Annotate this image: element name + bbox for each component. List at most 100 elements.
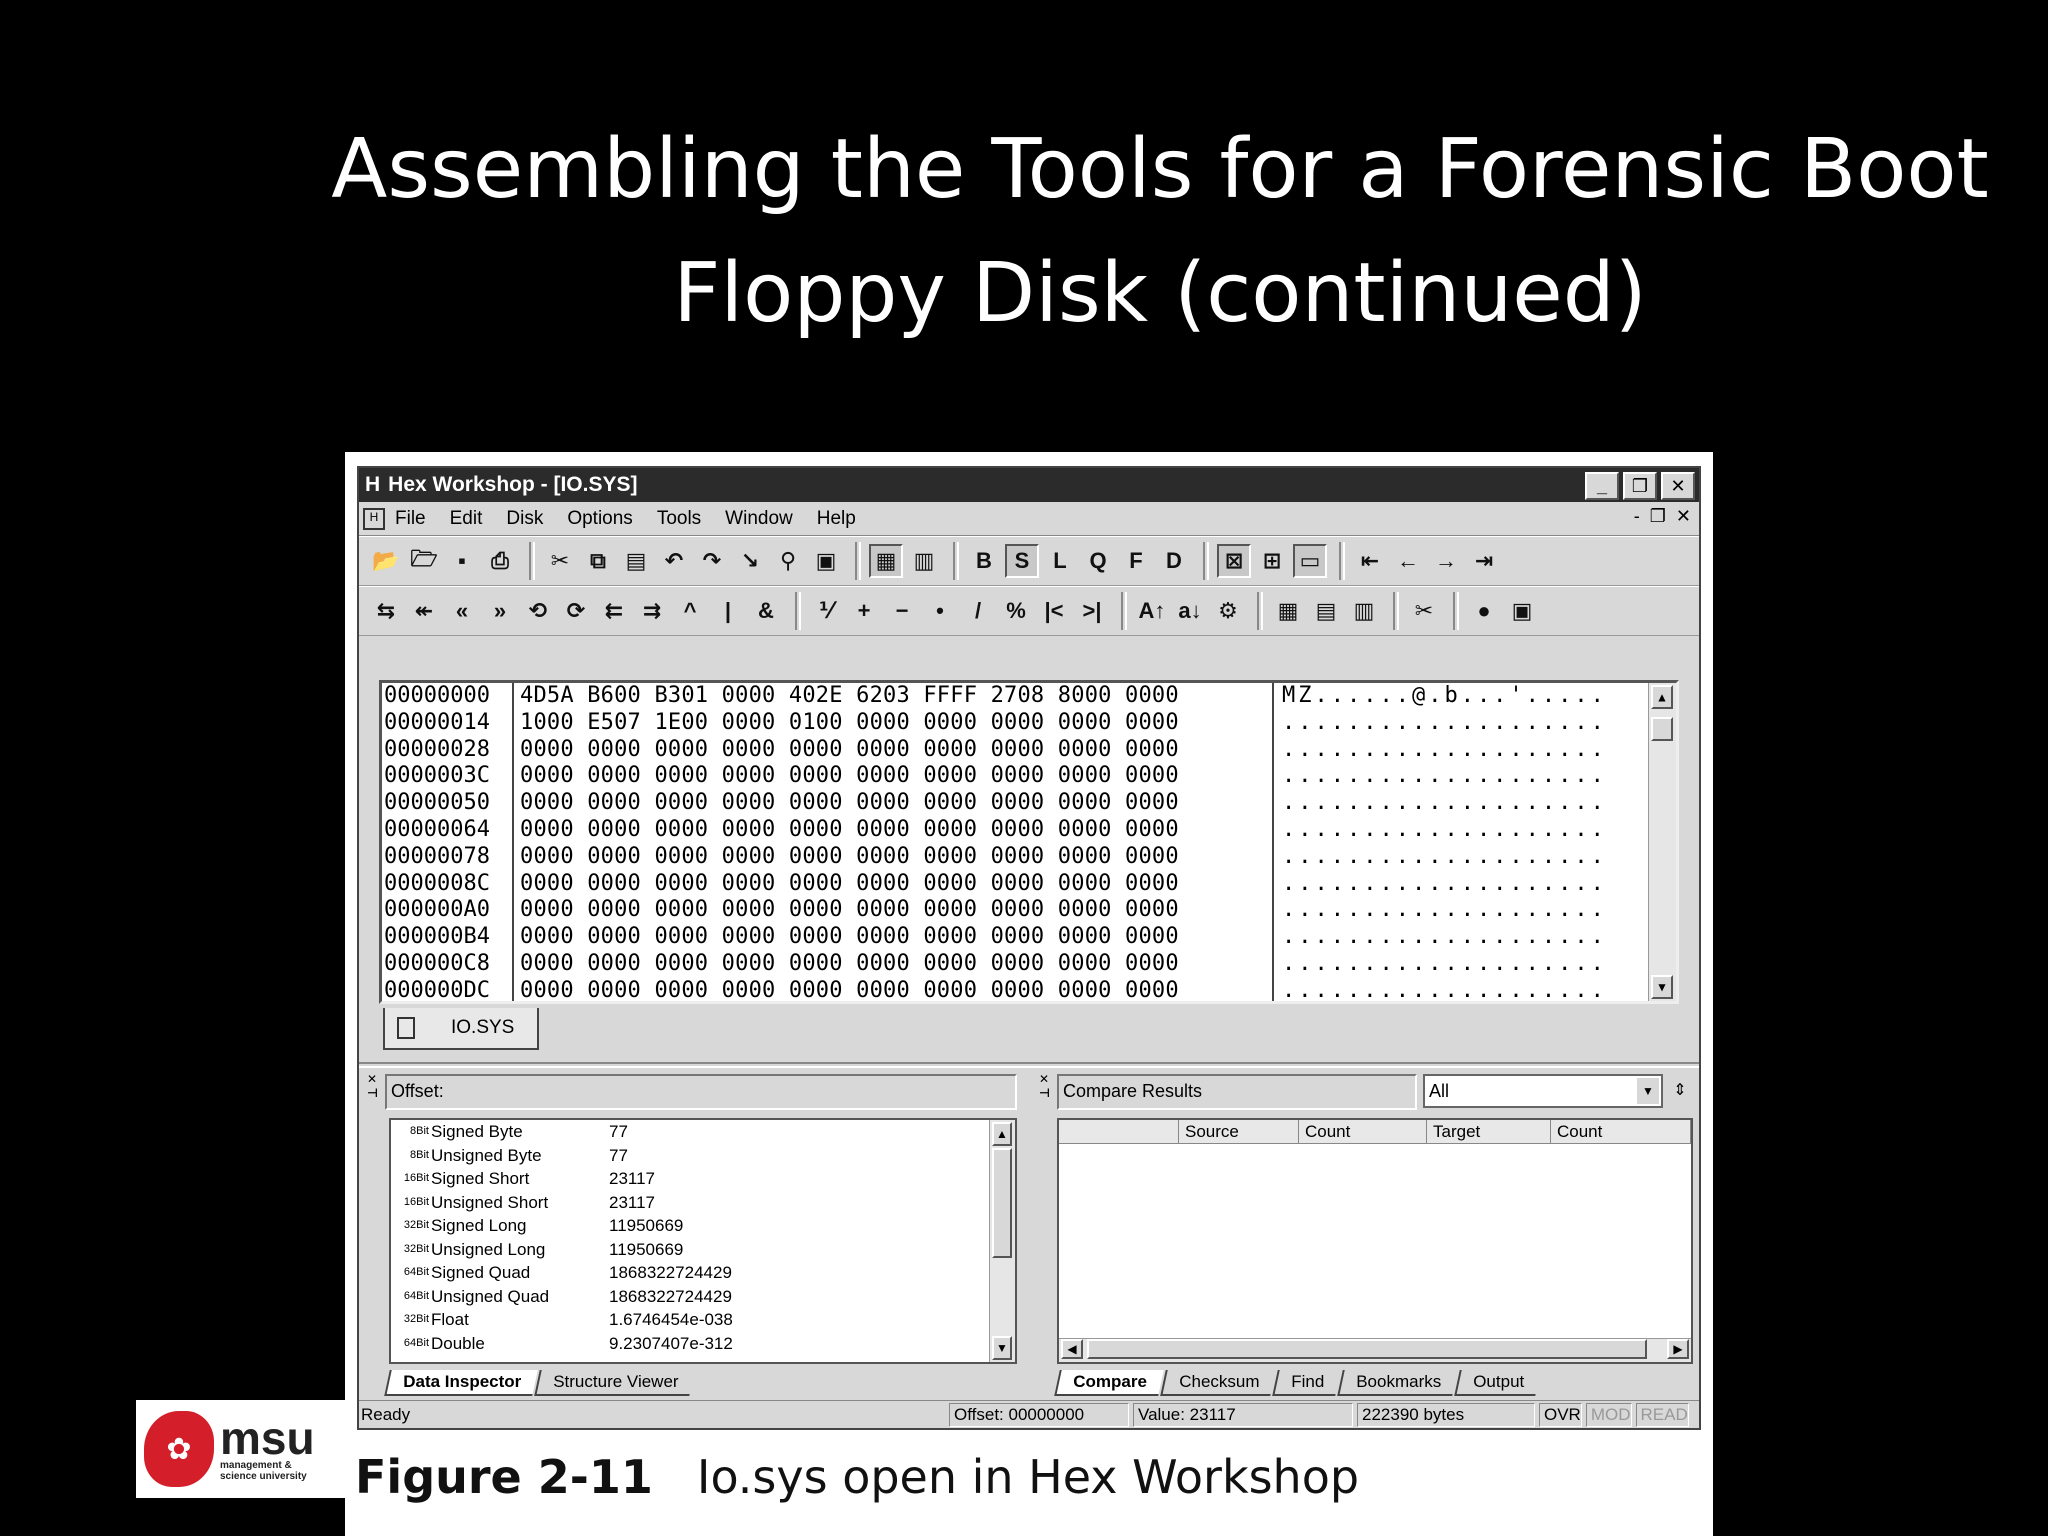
hex-ascii[interactable]: .................... — [1274, 897, 1607, 924]
list-item[interactable]: 32Bit Signed Long 11950669 — [391, 1214, 1015, 1238]
mdi-minimize-button[interactable]: - — [1634, 506, 1640, 527]
scroll-up-icon[interactable]: ▲ — [992, 1122, 1012, 1146]
compare-results-grid[interactable]: Source Count Target Count ◀ ▶ — [1057, 1118, 1693, 1364]
shift-icon[interactable]: ↞ — [407, 594, 441, 628]
swap-icon[interactable]: ⇆ — [369, 594, 403, 628]
document-icon[interactable]: H — [363, 507, 385, 530]
paste-icon[interactable]: ▤ — [619, 544, 653, 578]
lowercase-icon[interactable]: a↓ — [1173, 594, 1207, 628]
inspector-list[interactable]: 8Bit Signed Byte 77 8Bit Unsigned Byte 77 16… — [389, 1118, 1017, 1364]
shift-right-icon[interactable]: » — [483, 594, 517, 628]
scroll-down-icon[interactable]: ▼ — [992, 1336, 1012, 1360]
short-s-icon[interactable]: S — [1005, 544, 1039, 578]
hex-bytes[interactable]: 0000 0000 0000 0000 0000 0000 0000 0000 … — [514, 870, 1274, 898]
mdi-close-button[interactable]: ✕ — [1676, 506, 1691, 527]
save-icon[interactable]: ▪ — [445, 544, 479, 578]
tools-icon[interactable]: ✂ — [1407, 594, 1441, 628]
add-icon[interactable]: ⊞ — [1255, 544, 1289, 578]
tab-find[interactable]: Find — [1272, 1370, 1341, 1396]
hex-ascii[interactable]: .................... — [1274, 790, 1607, 817]
hex-bytes[interactable]: 1000 E507 1E00 0000 0100 0000 0000 0000 … — [514, 709, 1274, 737]
compare-icon[interactable]: ⊠ — [1217, 544, 1251, 578]
quad-q-icon[interactable]: Q — [1081, 544, 1115, 578]
hex-bytes[interactable]: 0000 0000 0000 0000 0000 0000 0000 0000 … — [514, 897, 1274, 925]
list-item[interactable]: 16Bit Unsigned Short 23117 — [391, 1191, 1015, 1215]
menu-help[interactable]: Help — [817, 508, 856, 530]
divide-icon[interactable]: / — [961, 594, 995, 628]
hex-bytes[interactable]: 0000 0000 0000 0000 0000 0000 0000 0000 … — [514, 977, 1274, 1001]
scroll-thumb[interactable] — [1087, 1339, 1647, 1359]
or-icon[interactable]: | — [711, 594, 745, 628]
invert-icon[interactable]: ⅟ — [809, 594, 843, 628]
tab-checksum[interactable]: Checksum — [1159, 1370, 1276, 1396]
scroll-thumb[interactable] — [1651, 717, 1673, 741]
modulus-icon[interactable]: % — [999, 594, 1033, 628]
list-item[interactable]: 8Bit Signed Byte 77 — [391, 1120, 1015, 1144]
hex-ascii[interactable]: MZ......@.b...'..... — [1274, 683, 1607, 710]
hex-row[interactable]: 000000C8 0000 0000 0000 0000 0000 0000 00… — [382, 950, 1676, 978]
add-op-icon[interactable]: + — [847, 594, 881, 628]
tab-compare[interactable]: Compare — [1054, 1370, 1164, 1396]
back-icon[interactable]: ← — [1391, 544, 1425, 578]
grid-icon[interactable]: ▦ — [1271, 594, 1305, 628]
column-header-count[interactable]: Count — [1299, 1120, 1427, 1143]
menu-tools[interactable]: Tools — [657, 508, 701, 530]
chevron-down-icon[interactable]: ▼ — [1637, 1078, 1659, 1104]
hex-editor-pane[interactable]: 00000000 4D5A B600 B301 0000 402E 6203 FF… — [379, 680, 1679, 1004]
tab-bookmarks[interactable]: Bookmarks — [1337, 1370, 1458, 1396]
hex-bytes[interactable]: 0000 0000 0000 0000 0000 0000 0000 0000 … — [514, 950, 1274, 978]
columns-icon[interactable]: ▥ — [1347, 594, 1381, 628]
hex-ascii[interactable]: .................... — [1274, 737, 1607, 764]
hex-row[interactable]: 00000050 0000 0000 0000 0000 0000 0000 00… — [382, 790, 1676, 817]
goto-icon[interactable]: ↘ — [733, 544, 767, 578]
hex-bytes[interactable]: 0000 0000 0000 0000 0000 0000 0000 0000 … — [514, 790, 1274, 817]
rotate-right-icon[interactable]: ⟳ — [559, 594, 593, 628]
column-header-source[interactable]: Source — [1179, 1120, 1299, 1143]
list-item[interactable]: 16Bit Signed Short 23117 — [391, 1167, 1015, 1191]
tab-io-sys[interactable]: IO.SYS — [383, 1008, 539, 1050]
undo-icon[interactable]: ↶ — [657, 544, 691, 578]
hex-row[interactable]: 00000078 0000 0000 0000 0000 0000 0000 00… — [382, 843, 1676, 871]
xor-icon[interactable]: ^ — [673, 594, 707, 628]
uppercase-icon[interactable]: A↑ — [1135, 594, 1169, 628]
panel-close-icon[interactable]: ✕ ⊣ — [367, 1072, 381, 1112]
hex-ascii[interactable]: .................... — [1274, 924, 1607, 951]
hex-ascii[interactable]: .................... — [1274, 817, 1607, 844]
maximize-button[interactable]: ❐ — [1623, 472, 1657, 500]
hex-row[interactable]: 000000DC 0000 0000 0000 0000 0000 0000 00… — [382, 977, 1676, 1001]
first-icon[interactable]: ⇤ — [1353, 544, 1387, 578]
hex-row[interactable]: 0000008C 0000 0000 0000 0000 0000 0000 00… — [382, 870, 1676, 898]
hex-ascii[interactable]: .................... — [1274, 710, 1607, 737]
horizontal-scrollbar[interactable]: ◀ ▶ — [1059, 1338, 1691, 1362]
open-folder-icon[interactable]: 📂 — [369, 544, 403, 578]
properties-icon[interactable]: ▣ — [809, 544, 843, 578]
hex-scrollbar[interactable]: ▲ ▼ — [1648, 683, 1676, 1001]
hex-row[interactable]: 00000014 1000 E507 1E00 0000 0100 0000 00… — [382, 709, 1676, 737]
scroll-thumb[interactable] — [992, 1148, 1012, 1258]
scroll-down-icon[interactable]: ▼ — [1651, 975, 1673, 999]
menu-edit[interactable]: Edit — [450, 508, 483, 530]
hex-ascii[interactable]: .................... — [1274, 763, 1607, 790]
print-icon[interactable]: ⎙ — [483, 544, 517, 578]
block-shift-right-icon[interactable]: ⇉ — [635, 594, 669, 628]
list-item[interactable]: 64Bit Unsigned Quad 1868322724429 — [391, 1285, 1015, 1309]
hex-row[interactable]: 00000000 4D5A B600 B301 0000 402E 6203 FF… — [382, 683, 1676, 710]
tab-output[interactable]: Output — [1454, 1370, 1541, 1396]
double-d-icon[interactable]: D — [1157, 544, 1191, 578]
text-view-icon[interactable]: ▥ — [907, 544, 941, 578]
window-icon[interactable]: ▭ — [1293, 544, 1327, 578]
inspector-scrollbar[interactable]: ▲ ▼ — [989, 1120, 1015, 1362]
list-item[interactable]: 64Bit Signed Quad 1868322724429 — [391, 1261, 1015, 1285]
multiply-icon[interactable]: • — [923, 594, 957, 628]
close-button[interactable]: ✕ — [1661, 472, 1695, 500]
subtract-icon[interactable]: − — [885, 594, 919, 628]
forward-icon[interactable]: → — [1429, 544, 1463, 578]
hex-bytes[interactable]: 0000 0000 0000 0000 0000 0000 0000 0000 … — [514, 843, 1274, 871]
hex-bytes[interactable]: 0000 0000 0000 0000 0000 0000 0000 0000 … — [514, 763, 1274, 791]
hex-row[interactable]: 000000B4 0000 0000 0000 0000 0000 0000 00… — [382, 924, 1676, 951]
list-item[interactable]: 8Bit Unsigned Byte 77 — [391, 1144, 1015, 1168]
minimize-button[interactable]: _ — [1585, 472, 1619, 500]
hex-bytes[interactable]: 0000 0000 0000 0000 0000 0000 0000 0000 … — [514, 816, 1274, 844]
hex-ascii[interactable]: .................... — [1274, 951, 1607, 978]
menu-window[interactable]: Window — [725, 508, 793, 530]
